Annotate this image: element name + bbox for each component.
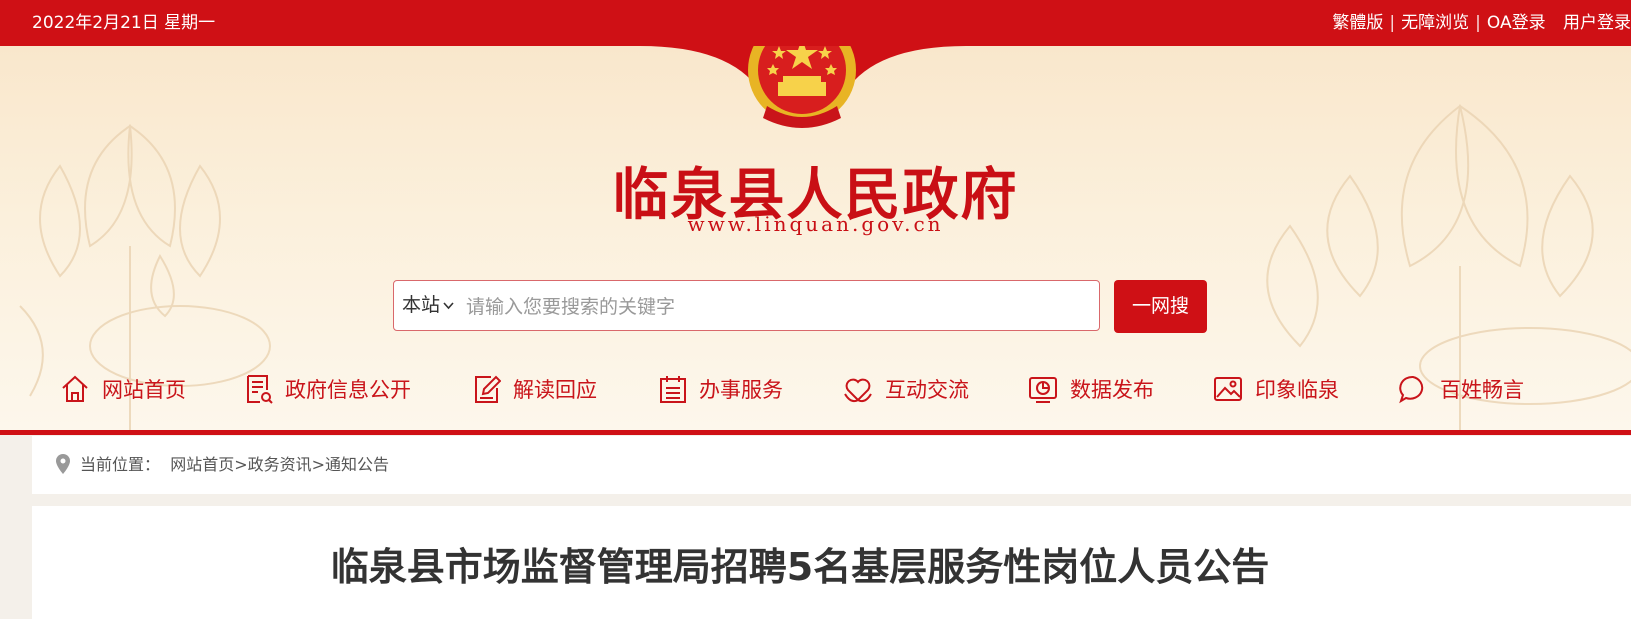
search-button[interactable]: 一网搜: [1114, 280, 1207, 333]
nav-item-interaction[interactable]: 互动交流: [843, 366, 969, 412]
header-divider: [0, 430, 1631, 435]
site-url: www.linquan.gov.cn: [687, 212, 944, 236]
breadcrumb-home[interactable]: 网站首页: [170, 455, 234, 474]
breadcrumb-separator: >: [311, 455, 326, 474]
article-title: 临泉县市场监督管理局招聘5名基层服务性岗位人员公告: [330, 545, 1270, 589]
nav-item-label: 政府信息公开: [285, 378, 411, 402]
accessibility-link[interactable]: 无障浏览: [1401, 13, 1469, 33]
location-pin-icon: [56, 454, 70, 474]
search-box: 本站: [393, 280, 1100, 331]
top-links: 繁體版 | 无障浏览 | OA登录 用户登录: [1332, 0, 1631, 46]
home-icon: [62, 375, 88, 402]
image-icon: [1214, 377, 1242, 401]
breadcrumb-separator: >: [234, 455, 248, 474]
chat-icon: [1399, 375, 1424, 404]
main-nav: 网站首页 政府信息公开 解读回应 办事服务 互动交流 数据发布 印象临泉 百姓畅…: [0, 366, 1631, 412]
breadcrumb: 当前位置： 网站首页>政务资讯>通知公告: [32, 436, 1631, 494]
national-emblem-icon: [748, 46, 856, 128]
heart-hands-icon: [844, 378, 872, 403]
search-input[interactable]: [464, 285, 1088, 328]
nav-item-interpretation[interactable]: 解读回应: [473, 366, 597, 412]
search-scope-label: 本站: [402, 294, 441, 316]
current-date: 2022年2月21日 星期一: [32, 13, 216, 33]
calendar-icon: [660, 376, 686, 403]
nav-item-label: 办事服务: [699, 378, 783, 402]
oa-login-link[interactable]: OA登录: [1487, 13, 1546, 33]
nav-item-services[interactable]: 办事服务: [659, 366, 783, 412]
traditional-chinese-link[interactable]: 繁體版: [1332, 13, 1383, 33]
nav-item-home[interactable]: 网站首页: [60, 366, 186, 412]
nav-item-impression[interactable]: 印象临泉: [1213, 366, 1339, 412]
breadcrumb-gov-news[interactable]: 政务资讯: [248, 455, 312, 474]
breadcrumb-prefix: 当前位置：: [80, 455, 161, 474]
search-scope-select[interactable]: 本站: [402, 281, 454, 330]
nav-item-label: 互动交流: [885, 378, 969, 402]
breadcrumb-notices[interactable]: 通知公告: [325, 455, 389, 474]
data-screen-icon: [1029, 377, 1057, 403]
site-header: 临泉县人民政府 www.linquan.gov.cn 本站 一网搜 网站首页 政…: [0, 46, 1631, 430]
nav-item-label: 解读回应: [513, 378, 597, 402]
edit-icon: [475, 375, 501, 403]
nav-item-label: 印象临泉: [1255, 378, 1339, 402]
document-icon: [247, 375, 273, 404]
separator: |: [1475, 13, 1481, 33]
nav-item-data[interactable]: 数据发布: [1028, 366, 1154, 412]
article-panel: 临泉县市场监督管理局招聘5名基层服务性岗位人员公告: [32, 506, 1631, 619]
breadcrumb-text: 当前位置： 网站首页>政务资讯>通知公告: [80, 436, 389, 494]
nav-item-label: 百姓畅言: [1440, 378, 1524, 402]
top-bar: 2022年2月21日 星期一 繁體版 | 无障浏览 | OA登录 用户登录: [0, 0, 1631, 46]
separator: |: [1389, 13, 1396, 33]
nav-item-public-voice[interactable]: 百姓畅言: [1398, 366, 1524, 412]
nav-item-label: 网站首页: [102, 378, 186, 402]
nav-item-gov-info[interactable]: 政府信息公开: [245, 366, 411, 412]
chevron-down-icon: [443, 301, 454, 309]
nav-item-label: 数据发布: [1070, 378, 1154, 402]
user-login-link[interactable]: 用户登录: [1563, 13, 1631, 33]
